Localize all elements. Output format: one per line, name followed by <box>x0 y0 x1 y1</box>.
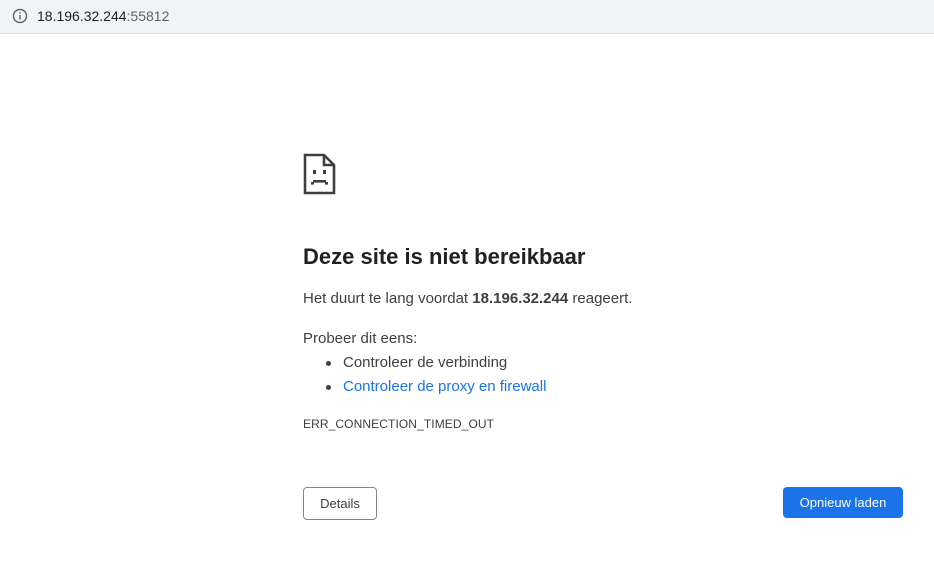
summary-host: 18.196.32.244 <box>472 290 569 307</box>
summary-prefix: Het duurt te lang voordat <box>303 290 473 307</box>
address-bar[interactable]: 18.196.32.244:55812 <box>0 0 934 34</box>
url-text[interactable]: 18.196.32.244:55812 <box>37 8 169 24</box>
summary-suffix: reageert. <box>568 290 633 307</box>
list-item: Controleer de verbinding <box>303 351 546 375</box>
suggestions-heading: Probeer dit eens: <box>303 330 418 347</box>
list-item: Controleer de proxy en firewall <box>303 375 546 399</box>
error-summary: Het duurt te lang voordat 18.196.32.244 … <box>303 289 632 309</box>
suggestion-proxy-firewall-link[interactable]: Controleer de proxy en firewall <box>343 378 546 395</box>
url-port: :55812 <box>126 8 170 24</box>
suggestions-list: Controleer de verbinding Controleer de p… <box>303 351 546 399</box>
sad-document-icon <box>303 153 336 195</box>
suggestion-check-connection: Controleer de verbinding <box>343 354 508 371</box>
error-code: ERR_CONNECTION_TIMED_OUT <box>303 417 495 431</box>
info-icon[interactable] <box>12 8 28 24</box>
reload-button[interactable]: Opnieuw laden <box>783 487 903 518</box>
error-title: Deze site is niet bereikbaar <box>303 244 586 269</box>
url-host: 18.196.32.244 <box>37 8 127 24</box>
details-button[interactable]: Details <box>303 487 377 520</box>
